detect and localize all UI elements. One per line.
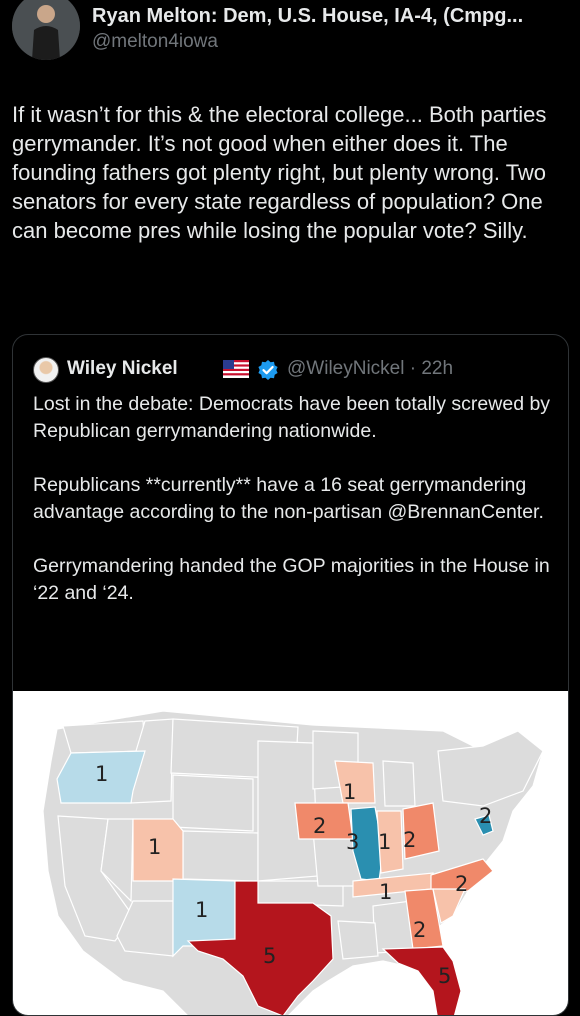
state-louisiana <box>337 920 379 960</box>
seat-label-north-carolina: 2 <box>455 872 468 896</box>
verified-badge-icon <box>258 360 278 380</box>
seat-label-oregon: 1 <box>95 762 108 786</box>
quoted-tweet-text: Lost in the debate: Democrats have been … <box>33 391 553 634</box>
author-name[interactable]: Ryan Melton: Dem, U.S. House, IA-4, (Cmp… <box>92 5 572 28</box>
tweet-text: If it wasn’t for this & the electoral co… <box>12 102 547 243</box>
seat-label-texas: 5 <box>263 944 276 968</box>
quoted-handle-time[interactable]: @WileyNickel · 22h <box>287 358 453 380</box>
seat-label-illinois: 3 <box>346 830 359 854</box>
author-avatar[interactable] <box>12 0 80 60</box>
author-handle[interactable]: @melton4iowa <box>92 31 218 53</box>
seat-label-wisconsin: 1 <box>343 780 356 804</box>
quoted-paragraph: Lost in the debate: Democrats have been … <box>33 393 551 442</box>
quoted-tweet[interactable]: Wiley Nickel @WileyNickel · 22h Lost in … <box>12 334 569 1016</box>
seat-label-florida: 5 <box>438 964 451 988</box>
state-michigan <box>382 760 416 807</box>
person-icon <box>12 0 80 60</box>
quoted-paragraph: Gerrymandering handed the GOP majorities… <box>33 555 550 604</box>
quoted-author-name[interactable]: Wiley Nickel <box>67 358 178 380</box>
state-washington <box>62 720 146 754</box>
seat-label-ohio: 2 <box>403 828 416 852</box>
seat-label-indiana: 1 <box>378 830 391 854</box>
quoted-paragraph: Republicans **currently** have a 16 seat… <box>33 474 544 523</box>
tweet-header: Ryan Melton: Dem, U.S. House, IA-4, (Cmp… <box>0 0 580 70</box>
seat-label-georgia: 2 <box>413 918 426 942</box>
seat-label-tennessee: 1 <box>379 880 392 904</box>
us-map: 1 1 1 5 1 2 3 1 2 2 1 2 2 5 <box>42 710 544 1015</box>
seat-label-maryland: 2 <box>479 804 492 828</box>
state-colorado <box>182 830 259 882</box>
state-wyoming <box>172 774 254 832</box>
us-flag-icon <box>223 360 249 378</box>
seat-label-utah: 1 <box>148 835 161 859</box>
seat-label-iowa: 2 <box>313 814 326 838</box>
gerrymandering-map-image[interactable]: 1 1 1 5 1 2 3 1 2 2 1 2 2 5 <box>13 691 568 1015</box>
seat-label-new-mexico: 1 <box>195 898 208 922</box>
quoted-author-avatar[interactable] <box>33 357 59 383</box>
quoted-tweet-header: Wiley Nickel @WileyNickel · 22h <box>33 355 553 385</box>
